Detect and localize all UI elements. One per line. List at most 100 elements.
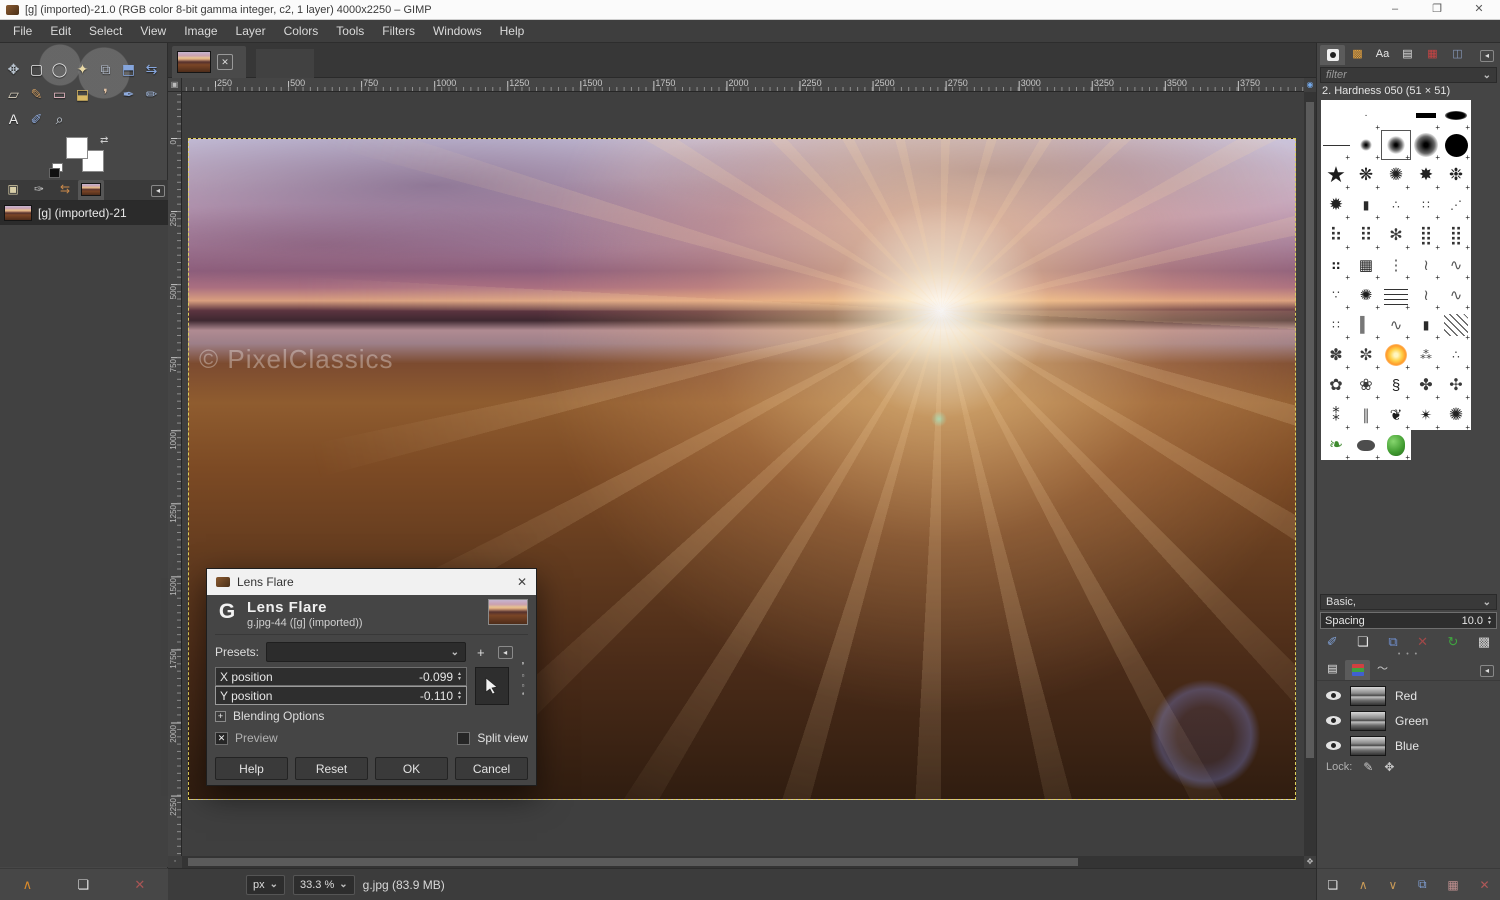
spin-down-icon[interactable]: ▼	[457, 696, 462, 701]
brush-vine[interactable]: ❧	[1321, 430, 1351, 460]
blending-options-expander[interactable]: + Blending Options	[215, 709, 324, 723]
tab-patterns[interactable]: ▩	[1345, 45, 1370, 65]
maximize-button[interactable]: ❐	[1416, 0, 1458, 19]
brush-splat-a[interactable]: ❋	[1351, 160, 1381, 190]
brush-diag[interactable]	[1441, 310, 1471, 340]
brush-round-c[interactable]: ✤	[1411, 370, 1441, 400]
menu-select[interactable]: Select	[80, 20, 131, 43]
tab-undo-history[interactable]: ⇆	[52, 180, 78, 200]
split-view-checkbox[interactable]	[457, 732, 470, 745]
brush-tag-select[interactable]: Basic, ⌄	[1320, 594, 1497, 610]
clone-tool[interactable]: ⬓	[71, 82, 94, 107]
menu-colors[interactable]: Colors	[275, 20, 328, 43]
rectangle-select-tool[interactable]: ▢	[25, 57, 48, 82]
images-list-item[interactable]: [g] (imported)-21	[0, 201, 168, 225]
horizontal-scrollbar-thumb[interactable]	[188, 858, 1078, 866]
brush-leafblob[interactable]: ❦	[1381, 400, 1411, 430]
menu-view[interactable]: View	[131, 20, 175, 43]
brush-blank[interactable]	[1321, 100, 1351, 130]
navigation-icon[interactable]: ✥	[1304, 856, 1316, 868]
brush-pepper[interactable]	[1381, 430, 1411, 460]
tab-layers[interactable]: ▤	[1320, 660, 1345, 680]
zoom-select[interactable]: 33.3 % ⌄	[293, 875, 355, 895]
spin-down-icon[interactable]: ▼	[1487, 621, 1492, 626]
open-brush-as-image-button[interactable]: ▩	[1478, 634, 1490, 650]
brush-hlines[interactable]	[1381, 280, 1411, 310]
lower-channel-button[interactable]: ∨	[1388, 878, 1397, 892]
tab-paths[interactable]: 〜	[1370, 660, 1395, 680]
raise-displays-button[interactable]: ∧	[23, 877, 33, 893]
brush-ellipse[interactable]	[1441, 100, 1471, 130]
canvas-menu-icon[interactable]: ◉	[1304, 78, 1316, 92]
vertical-scrollbar-thumb[interactable]	[1306, 102, 1314, 758]
spacing-value[interactable]: 10.0	[1462, 615, 1483, 627]
eraser-tool[interactable]: ▭	[48, 82, 71, 107]
help-button[interactable]: Help	[215, 757, 288, 780]
image-tab-close-icon[interactable]: ✕	[217, 54, 233, 70]
brush-wilber[interactable]	[1351, 430, 1381, 460]
dialog-title-bar[interactable]: Lens Flare ✕	[207, 569, 536, 595]
visibility-eye-icon[interactable]	[1326, 741, 1341, 750]
crop-tool[interactable]: ⧉	[94, 57, 117, 82]
new-display-button[interactable]: ❏	[77, 877, 89, 893]
tab-palettes[interactable]: ▦	[1420, 45, 1445, 65]
menu-layer[interactable]: Layer	[227, 20, 275, 43]
brush-fuzz-a[interactable]: ✻	[1381, 220, 1411, 250]
paintbrush-tool[interactable]: ✎	[25, 82, 48, 107]
add-preset-icon[interactable]: +	[477, 645, 485, 660]
quick-mask-icon[interactable]: ▫	[168, 856, 182, 868]
flip-tool[interactable]: ⇆	[140, 57, 163, 82]
refresh-brushes-button[interactable]: ↻	[1448, 634, 1459, 650]
manage-presets-icon[interactable]: ◂	[498, 646, 513, 659]
bucket-fill-tool[interactable]: ▱	[2, 82, 25, 107]
brush-disc[interactable]: ⣿	[1441, 220, 1471, 250]
brush-round-d[interactable]: ✣	[1441, 370, 1471, 400]
brush-specks-b[interactable]: ∷	[1411, 190, 1441, 220]
brush-drips[interactable]: ⋮	[1381, 250, 1411, 280]
tab-fonts[interactable]: Aa	[1370, 45, 1395, 65]
brush-cells-b[interactable]: ⠿	[1351, 220, 1381, 250]
edit-brush-button[interactable]: ✐	[1327, 634, 1338, 650]
brush-dashes[interactable]: ≀	[1411, 250, 1441, 280]
brush-bar[interactable]	[1411, 100, 1441, 130]
spacing-spinner[interactable]: ▲ ▼	[1487, 616, 1492, 625]
brush-smoke[interactable]: ∿	[1441, 280, 1471, 310]
y-position-value[interactable]: -0.110	[420, 689, 453, 703]
brush-specks-d[interactable]: ∵	[1321, 280, 1351, 310]
swap-colors-icon[interactable]: ⇄	[100, 135, 108, 146]
brush-stroke-dark[interactable]: ▮	[1411, 310, 1441, 340]
close-button[interactable]: ✕	[1458, 0, 1500, 19]
ok-button[interactable]: OK	[375, 757, 448, 780]
menu-help[interactable]: Help	[491, 20, 534, 43]
brush-scratch[interactable]: ∿	[1441, 250, 1471, 280]
brush-mesh[interactable]: ▦	[1351, 250, 1381, 280]
brush-figures[interactable]: ⁑	[1321, 400, 1351, 430]
channel-row-red[interactable]: Red	[1317, 683, 1500, 708]
brush-dot[interactable]: ·	[1351, 100, 1381, 130]
x-position-value[interactable]: -0.099	[419, 670, 453, 684]
fuzzy-select-tool[interactable]: ✦	[71, 57, 94, 82]
dock-menu-button[interactable]: ◂	[1480, 665, 1494, 677]
free-select-tool[interactable]: ◯	[48, 57, 71, 82]
brush-cells-a[interactable]: ⠷	[1321, 220, 1351, 250]
brush-stroke-soft[interactable]: ▍	[1351, 310, 1381, 340]
vertical-scrollbar[interactable]	[1304, 92, 1316, 856]
menu-filters[interactable]: Filters	[373, 20, 424, 43]
brush-specks-a[interactable]: ∴	[1381, 190, 1411, 220]
spin-down-icon[interactable]: ▼	[457, 677, 462, 682]
brush-stroke-v[interactable]: ▮	[1351, 190, 1381, 220]
foreground-color-swatch[interactable]	[66, 137, 88, 159]
menu-tools[interactable]: Tools	[327, 20, 373, 43]
dock-menu-button[interactable]: ◂	[1480, 50, 1494, 62]
brush-star[interactable]: ★	[1321, 160, 1351, 190]
ruler-corner-button[interactable]: ▣	[168, 78, 182, 92]
dock-divider-dots[interactable]: • • •	[1317, 651, 1500, 658]
tab-brushes[interactable]	[1320, 45, 1345, 65]
brush-strokes[interactable]: ∥	[1351, 400, 1381, 430]
horizontal-scrollbar[interactable]	[182, 856, 1304, 868]
lock-position-icon[interactable]: ✥	[1384, 760, 1394, 774]
expander-plus-icon[interactable]: +	[215, 711, 226, 722]
ink-tool[interactable]: ✒	[117, 82, 140, 107]
minimize-button[interactable]: –	[1374, 0, 1416, 19]
brush-soft-sm[interactable]	[1351, 130, 1381, 160]
